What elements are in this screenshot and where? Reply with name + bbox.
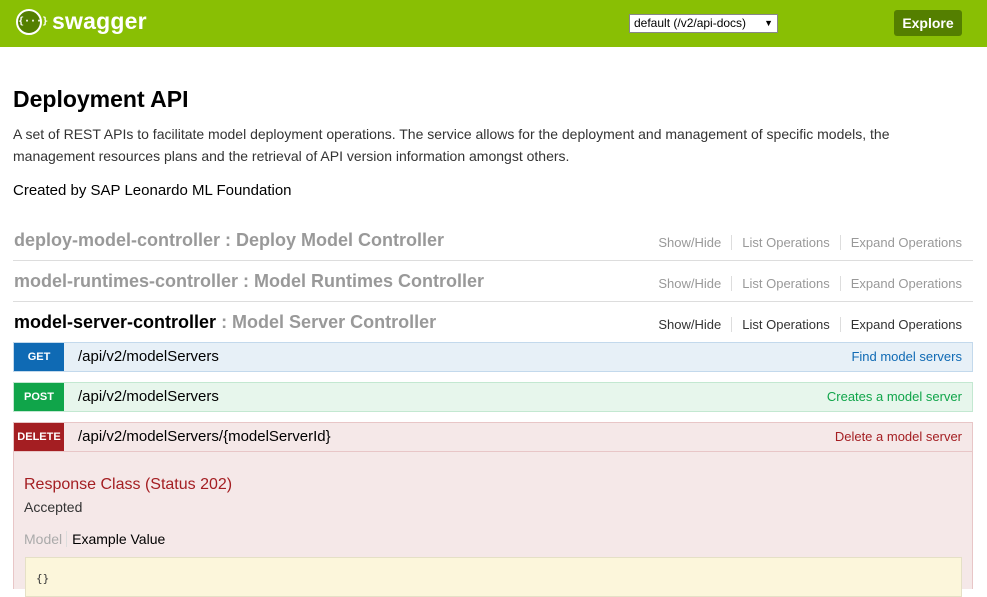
- http-method-badge[interactable]: DELETE: [14, 423, 64, 451]
- list-operations-link[interactable]: List Operations: [732, 235, 841, 250]
- response-class-title: Response Class (Status 202): [24, 476, 233, 493]
- resource-actions: Show/Hide List Operations Expand Operati…: [648, 317, 962, 332]
- tab-model[interactable]: Model: [24, 531, 68, 547]
- operation-summary[interactable]: Find model servers: [851, 349, 962, 364]
- show-hide-link[interactable]: Show/Hide: [648, 317, 733, 332]
- show-hide-link[interactable]: Show/Hide: [648, 276, 733, 291]
- resource-name[interactable]: model-runtimes-controller: [14, 271, 238, 291]
- show-hide-link[interactable]: Show/Hide: [648, 235, 733, 250]
- resource-model-server-controller: model-server-controller : Model Server C…: [13, 302, 973, 343]
- example-code: {}: [36, 572, 50, 585]
- expand-operations-link[interactable]: Expand Operations: [841, 235, 962, 250]
- api-spec-select[interactable]: default (/v2/api-docs) ▼: [629, 14, 778, 33]
- http-method-badge[interactable]: GET: [14, 343, 64, 371]
- operation-path[interactable]: /api/v2/modelServers/{modelServerId}: [78, 428, 331, 445]
- resource-name[interactable]: deploy-model-controller: [14, 230, 220, 250]
- brand-name[interactable]: swagger: [52, 8, 147, 35]
- expand-operations-link[interactable]: Expand Operations: [841, 276, 962, 291]
- list-operations-link[interactable]: List Operations: [732, 317, 841, 332]
- resource-description: : Deploy Model Controller: [220, 230, 445, 250]
- tab-example-value[interactable]: Example Value: [67, 531, 165, 547]
- list-operations-link[interactable]: List Operations: [732, 276, 841, 291]
- operation-summary[interactable]: Creates a model server: [827, 389, 962, 404]
- operation-path[interactable]: /api/v2/modelServers: [78, 348, 219, 365]
- response-description: Accepted: [24, 499, 83, 515]
- resource-actions: Show/Hide List Operations Expand Operati…: [648, 276, 962, 291]
- resource-description: : Model Runtimes Controller: [238, 271, 485, 291]
- operation-details-panel: Response Class (Status 202) Accepted Mod…: [13, 452, 973, 597]
- resource-deploy-model-controller: deploy-model-controller : Deploy Model C…: [13, 220, 973, 261]
- explore-button[interactable]: Explore: [894, 10, 962, 36]
- operation-path[interactable]: /api/v2/modelServers: [78, 388, 219, 405]
- api-description: A set of REST APIs to facilitate model d…: [13, 126, 890, 164]
- resource-heading[interactable]: model-runtimes-controller : Model Runtim…: [14, 271, 484, 292]
- dropdown-caret-icon: ▼: [764, 18, 773, 28]
- resource-description: : Model Server Controller: [216, 312, 437, 332]
- http-method-badge[interactable]: POST: [14, 383, 64, 411]
- expand-operations-link[interactable]: Expand Operations: [841, 317, 962, 332]
- resource-heading[interactable]: model-server-controller : Model Server C…: [14, 312, 436, 333]
- api-spec-select-value: default (/v2/api-docs): [634, 16, 747, 30]
- resource-actions: Show/Hide List Operations Expand Operati…: [648, 235, 962, 250]
- resource-model-runtimes-controller: model-runtimes-controller : Model Runtim…: [13, 261, 973, 302]
- created-by: Created by SAP Leonardo ML Foundation: [13, 182, 292, 199]
- resource-name[interactable]: model-server-controller: [14, 312, 216, 332]
- operation-post-model-servers[interactable]: POST /api/v2/modelServers Creates a mode…: [13, 382, 973, 412]
- page-title: Deployment API: [13, 86, 189, 112]
- example-value-box[interactable]: {}: [25, 557, 962, 597]
- operation-summary[interactable]: Delete a model server: [835, 429, 962, 444]
- signature-tabs: Model Example Value: [24, 531, 165, 547]
- operation-get-model-servers[interactable]: GET /api/v2/modelServers Find model serv…: [13, 342, 973, 372]
- top-bar: {···} swagger default (/v2/api-docs) ▼ E…: [0, 0, 987, 47]
- swagger-logo-icon: {···}: [16, 9, 48, 35]
- resource-heading[interactable]: deploy-model-controller : Deploy Model C…: [14, 230, 444, 251]
- operation-delete-model-server[interactable]: DELETE /api/v2/modelServers/{modelServer…: [13, 422, 973, 452]
